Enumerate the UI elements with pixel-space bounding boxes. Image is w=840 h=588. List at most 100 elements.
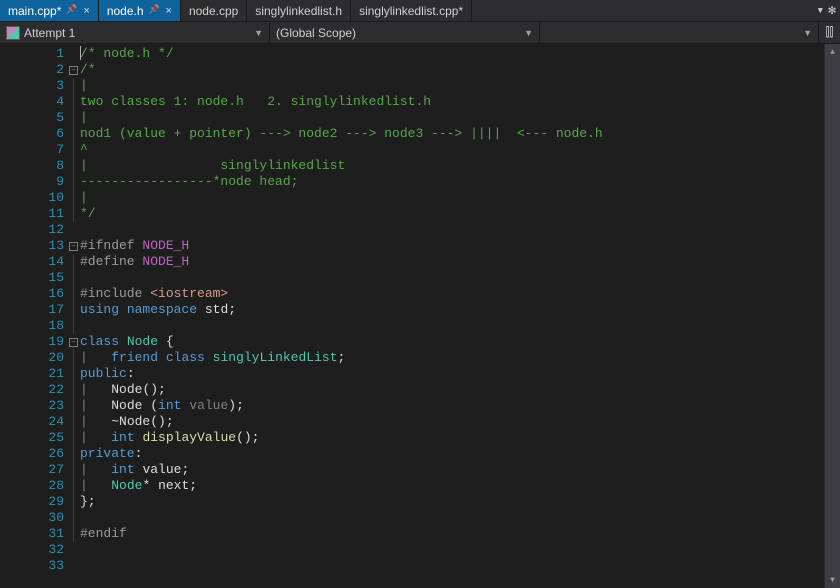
line-number: 4: [0, 94, 66, 110]
pin-icon[interactable]: [67, 6, 77, 16]
line-number: 2: [0, 62, 66, 78]
scroll-up-arrow-icon[interactable]: ▲: [825, 44, 840, 60]
fold-cell: [66, 270, 80, 286]
fold-column[interactable]: −−−: [66, 44, 80, 588]
fold-cell: [66, 126, 80, 142]
code-line[interactable]: [80, 542, 840, 558]
gear-icon[interactable]: ✻: [828, 3, 836, 18]
code-line[interactable]: nod1 (value + pointer) ---> node2 ---> n…: [80, 126, 840, 142]
code-line[interactable]: | Node();: [80, 382, 840, 398]
code-line[interactable]: | int displayValue();: [80, 430, 840, 446]
line-number: 12: [0, 222, 66, 238]
code-line[interactable]: | int value;: [80, 462, 840, 478]
chevron-down-icon: ▼: [254, 28, 263, 38]
line-number: 3: [0, 78, 66, 94]
file-tab[interactable]: singlylinkedlist.h: [247, 0, 351, 21]
file-tab[interactable]: node.cpp: [181, 0, 247, 21]
pin-icon[interactable]: [150, 6, 160, 16]
file-tab[interactable]: node.h ×: [99, 0, 181, 21]
line-number: 17: [0, 302, 66, 318]
code-line[interactable]: [80, 270, 840, 286]
code-line[interactable]: #include <iostream>: [80, 286, 840, 302]
code-line[interactable]: |: [80, 78, 840, 94]
close-icon[interactable]: ×: [166, 5, 172, 17]
fold-cell: [66, 142, 80, 158]
fold-cell: [66, 382, 80, 398]
code-line[interactable]: #ifndef NODE_H: [80, 238, 840, 254]
line-number: 18: [0, 318, 66, 334]
code-line[interactable]: [80, 318, 840, 334]
tabbar-right: ▾ ✻: [812, 0, 840, 21]
code-line[interactable]: #define NODE_H: [80, 254, 840, 270]
line-number: 5: [0, 110, 66, 126]
code-line[interactable]: #endif: [80, 526, 840, 542]
line-number: 14: [0, 254, 66, 270]
line-number: 27: [0, 462, 66, 478]
code-line[interactable]: using namespace std;: [80, 302, 840, 318]
fold-cell: [66, 446, 80, 462]
file-tab-label: node.h: [107, 4, 144, 18]
line-number: 16: [0, 286, 66, 302]
code-line[interactable]: class Node {: [80, 334, 840, 350]
vertical-scrollbar[interactable]: ▲ ▼: [824, 44, 840, 588]
line-number: 19: [0, 334, 66, 350]
fold-cell: [66, 206, 80, 222]
fold-cell: [66, 494, 80, 510]
line-number: 24: [0, 414, 66, 430]
code-line[interactable]: ^: [80, 142, 840, 158]
code-area[interactable]: /* node.h *//*|two classes 1: node.h 2. …: [80, 44, 840, 588]
code-line[interactable]: /* node.h */: [80, 46, 840, 62]
split-icon: ⫿⫿: [826, 25, 834, 40]
code-line[interactable]: };: [80, 494, 840, 510]
code-line[interactable]: */: [80, 206, 840, 222]
fold-cell: [66, 174, 80, 190]
code-line[interactable]: [80, 222, 840, 238]
line-number: 6: [0, 126, 66, 142]
code-line[interactable]: |: [80, 110, 840, 126]
file-tab[interactable]: singlylinkedlist.cpp*: [351, 0, 472, 21]
line-number: 23: [0, 398, 66, 414]
code-line[interactable]: [80, 558, 840, 574]
code-line[interactable]: public:: [80, 366, 840, 382]
fold-cell: [66, 158, 80, 174]
scope-member-dropdown[interactable]: ▼: [540, 22, 818, 43]
code-line[interactable]: | ~Node();: [80, 414, 840, 430]
fold-toggle-icon[interactable]: −: [69, 242, 78, 251]
line-number: 8: [0, 158, 66, 174]
scope-global-dropdown[interactable]: (Global Scope) ▼: [270, 22, 540, 43]
line-number: 11: [0, 206, 66, 222]
scrollbar-track[interactable]: [825, 60, 840, 572]
code-editor[interactable]: 1234567891011121314151617181920212223242…: [0, 44, 840, 588]
code-line[interactable]: | Node* next;: [80, 478, 840, 494]
code-line[interactable]: two classes 1: node.h 2. singlylinkedlis…: [80, 94, 840, 110]
code-line[interactable]: | friend class singlyLinkedList;: [80, 350, 840, 366]
scroll-down-arrow-icon[interactable]: ▼: [825, 572, 840, 588]
fold-cell: −: [66, 62, 80, 78]
file-tab[interactable]: main.cpp*×: [0, 0, 99, 21]
line-number: 10: [0, 190, 66, 206]
file-tab-bar: main.cpp*×node.h×node.cppsinglylinkedlis…: [0, 0, 840, 22]
fold-cell: [66, 542, 80, 558]
line-number: 20: [0, 350, 66, 366]
fold-cell: [66, 510, 80, 526]
split-editor-button[interactable]: ⫿⫿: [818, 22, 840, 44]
fold-cell: −: [66, 238, 80, 254]
code-line[interactable]: private:: [80, 446, 840, 462]
code-line[interactable]: |: [80, 190, 840, 206]
code-line[interactable]: [80, 510, 840, 526]
line-number-gutter: 1234567891011121314151617181920212223242…: [0, 44, 66, 588]
code-line[interactable]: -----------------*node head;: [80, 174, 840, 190]
line-number: 22: [0, 382, 66, 398]
line-number: 26: [0, 446, 66, 462]
fold-cell: [66, 430, 80, 446]
line-number: 15: [0, 270, 66, 286]
tab-overflow-dropdown[interactable]: ▾: [816, 3, 824, 18]
code-line[interactable]: | Node (int value);: [80, 398, 840, 414]
code-line[interactable]: /*: [80, 62, 840, 78]
chevron-down-icon: ▼: [524, 28, 533, 38]
fold-toggle-icon[interactable]: −: [69, 66, 78, 75]
code-line[interactable]: | singlylinkedlist: [80, 158, 840, 174]
close-icon[interactable]: ×: [83, 5, 89, 17]
scope-project-dropdown[interactable]: Attempt 1 ▼: [0, 22, 270, 43]
fold-cell: [66, 302, 80, 318]
